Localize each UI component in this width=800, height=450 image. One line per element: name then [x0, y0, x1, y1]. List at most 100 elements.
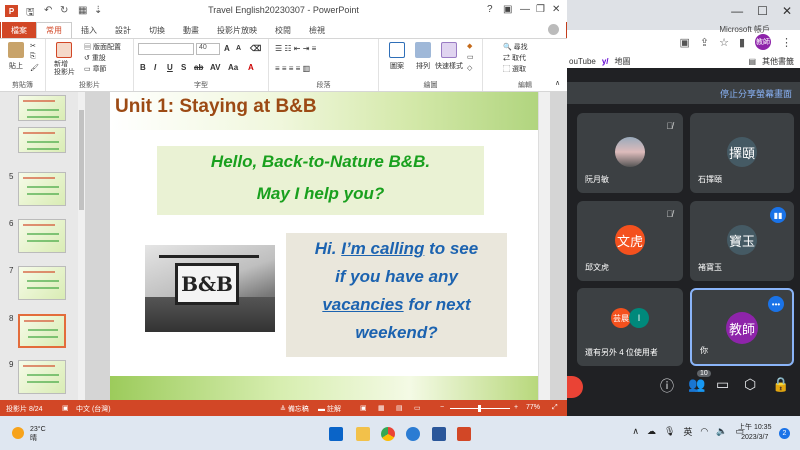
bullets-icon[interactable]: ☰ ☷ ⇤ ⇥ ≡ [275, 44, 316, 53]
find-button[interactable]: 🔍 尋找 [503, 42, 528, 52]
align-icon[interactable]: ≡ ≡ ≡ ≡ ▥ [275, 64, 310, 73]
reply-textbox[interactable]: Hi. I’m calling to see if you have any v… [286, 233, 507, 357]
shapes-button[interactable]: 圖案 [390, 61, 404, 71]
bookmark-maps[interactable]: 地圖 [615, 56, 631, 67]
slide-thumbnail[interactable] [18, 172, 66, 206]
participant-tile[interactable]: 文虎 🎙̸ 邱文虎 [577, 201, 683, 281]
language[interactable]: 中文 (台灣) [76, 404, 111, 414]
font-color-icon[interactable]: A [248, 63, 254, 72]
clear-format-icon[interactable]: ⌫ [250, 44, 261, 53]
section-button[interactable]: ▭ 章節 [84, 64, 107, 74]
maximize-icon[interactable]: ☐ [757, 4, 768, 24]
slide-title[interactable]: Unit 1: Staying at B&B [115, 96, 317, 118]
select-button[interactable]: ⬚ 選取 [503, 64, 526, 74]
tab-review[interactable]: 校閱 [266, 25, 300, 36]
wifi-icon[interactable]: ◠ [700, 426, 708, 437]
copy-icon[interactable]: ⎘ [30, 53, 36, 61]
arrange-icon[interactable] [415, 42, 431, 58]
others-tile[interactable]: 芸晨 I 還有另外 4 位使用者 [577, 288, 683, 366]
minimize-icon[interactable]: — [520, 4, 530, 15]
zoom-out-icon[interactable]: − [440, 404, 444, 411]
notes-button[interactable]: ≜ 備忘稿 [280, 404, 309, 414]
outline-icon[interactable]: ▭ [467, 53, 474, 61]
account-link[interactable]: Microsoft 帳戶 [719, 24, 770, 35]
slide-scrollbar[interactable] [538, 92, 550, 400]
clock[interactable]: 上午 10:35 2023/3/7 [738, 423, 771, 443]
powerpoint-icon[interactable] [457, 427, 471, 441]
close-icon[interactable]: ✕ [782, 4, 792, 24]
zoom-in-icon[interactable]: + [514, 404, 518, 411]
slide-canvas[interactable]: Unit 1: Staying at B&B Hello, Back-to-Na… [110, 92, 538, 400]
slide-thumbnail[interactable] [18, 266, 66, 300]
new-slide-button[interactable]: 新增 投影片 [54, 61, 75, 77]
collapse-ribbon-icon[interactable]: ∧ [555, 79, 560, 87]
font-name-select[interactable] [138, 43, 194, 55]
tab-transitions[interactable]: 切換 [140, 25, 174, 36]
quick-styles-button[interactable]: 快速樣式 [435, 61, 463, 71]
cloud-icon[interactable]: ☁ [647, 426, 656, 437]
more-options-icon[interactable]: ••• [768, 296, 784, 312]
slide-thumbnail[interactable] [18, 360, 66, 394]
participant-tile[interactable]: 🎙̸ 阮月敏 [577, 113, 683, 193]
notification-badge[interactable]: 2 [779, 428, 790, 439]
help-icon[interactable]: ? [487, 4, 493, 15]
share-icon[interactable]: ⇪ [700, 36, 709, 49]
ribbon-display-icon[interactable]: ▣ [503, 4, 512, 15]
strikethrough-icon[interactable]: ab [194, 63, 203, 72]
camera-icon[interactable]: ▣ [679, 36, 689, 49]
italic-icon[interactable]: I [154, 63, 156, 72]
tab-animations[interactable]: 動畫 [174, 25, 208, 36]
arrange-button[interactable]: 排列 [416, 61, 430, 71]
spellcheck-icon[interactable]: ▣ [62, 404, 69, 412]
reading-view-icon[interactable]: ▤ [396, 404, 403, 412]
lock-icon[interactable]: 🔒 [772, 376, 789, 393]
slide-thumbnail[interactable] [18, 127, 66, 153]
shapes-icon[interactable] [389, 42, 405, 58]
grow-font-icon[interactable]: A [224, 44, 230, 53]
tab-design[interactable]: 設計 [106, 25, 140, 36]
thumbnail-scroll-handle[interactable] [79, 110, 84, 210]
chrome-icon[interactable] [381, 427, 395, 441]
sorter-view-icon[interactable]: ▦ [378, 404, 385, 412]
activities-icon[interactable]: ⬡ [744, 376, 756, 393]
spacing-icon[interactable]: AV [210, 63, 221, 72]
underline-icon[interactable]: U [167, 63, 173, 72]
case-icon[interactable]: Aa [228, 63, 238, 72]
weather-widget[interactable]: 23°C 晴 [30, 425, 46, 443]
fill-icon[interactable]: ◆ [467, 42, 472, 50]
minimize-icon[interactable]: — [731, 4, 743, 24]
microphone-icon[interactable]: 🎙 [664, 426, 675, 437]
volume-icon[interactable]: 🔈 [716, 426, 727, 437]
fit-slide-icon[interactable]: ⤢ [552, 404, 558, 412]
layout-button[interactable]: ▤ 版面配置 [84, 42, 121, 52]
file-explorer-icon[interactable] [356, 427, 370, 441]
paste-icon[interactable] [8, 42, 24, 58]
participant-tile[interactable]: 擇頤 石擇頤 [690, 113, 794, 193]
profile-avatar[interactable]: 教師 [755, 34, 771, 50]
shadow-icon[interactable]: S [181, 63, 186, 72]
close-icon[interactable]: ✕ [552, 4, 560, 15]
star-icon[interactable]: ☆ [719, 36, 729, 49]
paste-label[interactable]: 貼上 [9, 61, 23, 71]
effects-icon[interactable]: ◇ [467, 64, 472, 72]
shrink-font-icon[interactable]: A [236, 45, 241, 52]
replace-button[interactable]: ⇄ 取代 [503, 53, 526, 63]
tab-file[interactable]: 檔案 [2, 22, 36, 38]
quick-styles-icon[interactable] [441, 42, 457, 58]
format-painter-icon[interactable]: 🖌 [30, 64, 39, 72]
people-icon[interactable]: 👥 [688, 376, 705, 393]
account-avatar-icon[interactable] [548, 24, 559, 35]
new-slide-icon[interactable] [56, 42, 72, 58]
slide-thumbnail[interactable] [18, 219, 66, 253]
self-tile[interactable]: 教師 ••• 你 [690, 288, 794, 366]
sidebar-icon[interactable]: ▮ [739, 36, 745, 49]
start-icon[interactable] [329, 427, 343, 441]
slide-thumbnail[interactable] [18, 95, 66, 121]
normal-view-icon[interactable]: ▣ [360, 404, 367, 412]
bookmark-other[interactable]: 其他書籤 [762, 56, 800, 67]
tab-view[interactable]: 檢視 [300, 25, 334, 36]
tab-slideshow[interactable]: 投影片放映 [208, 25, 266, 36]
reset-button[interactable]: ↺ 重設 [84, 53, 106, 63]
word-icon[interactable] [432, 427, 446, 441]
edge-icon[interactable] [406, 427, 420, 441]
